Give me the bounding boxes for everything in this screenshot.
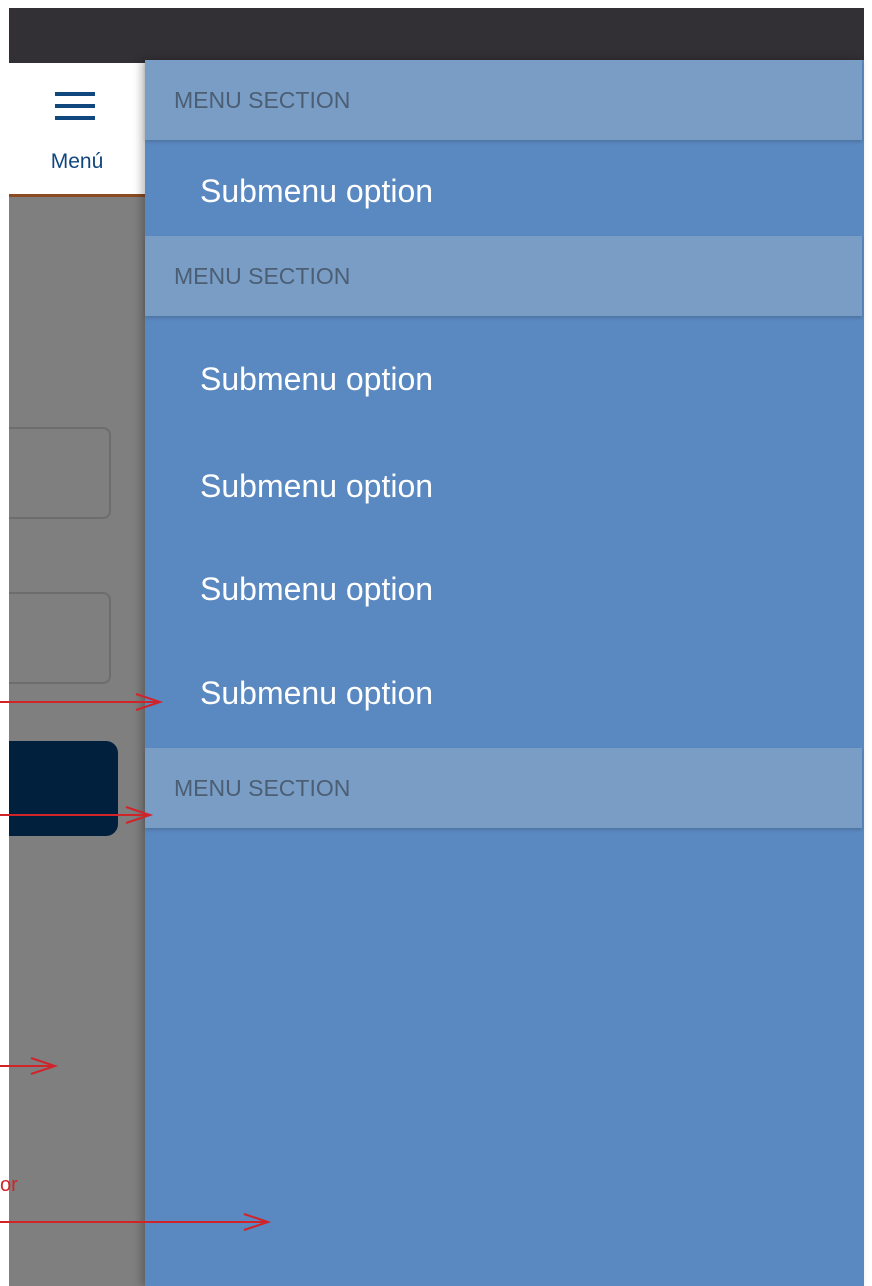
hamburger-line [55, 104, 95, 108]
hamburger-line [55, 116, 95, 120]
menu-section-header[interactable]: MENU SECTION [145, 748, 862, 828]
hamburger-menu-icon[interactable] [55, 92, 95, 126]
menu-section-header[interactable]: MENU SECTION [145, 60, 862, 140]
menu-label[interactable]: Menú [9, 150, 145, 174]
submenu-option[interactable]: Submenu option [145, 344, 862, 414]
submenu-option[interactable]: Submenu option [145, 451, 862, 521]
submenu-option[interactable]: Submenu option [145, 554, 862, 624]
submenu-option[interactable]: Submenu option [145, 658, 862, 728]
hamburger-line [55, 92, 95, 96]
app-header: Menú [9, 63, 149, 197]
status-bar [9, 8, 864, 63]
navigation-drawer: MENU SECTION Submenu option MENU SECTION… [145, 60, 864, 1286]
menu-section-header[interactable]: MENU SECTION [145, 236, 862, 316]
input-field[interactable] [9, 592, 111, 684]
primary-button[interactable] [9, 741, 118, 836]
annotation-text: or [0, 1174, 18, 1196]
submenu-option[interactable]: Submenu option [145, 156, 862, 226]
input-field[interactable] [9, 427, 111, 519]
